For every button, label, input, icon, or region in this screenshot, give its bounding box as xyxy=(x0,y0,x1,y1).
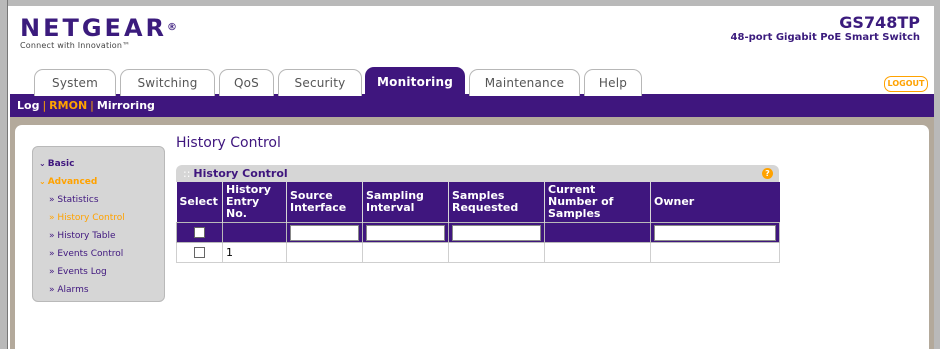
filter-cell xyxy=(286,222,363,243)
filter-cell xyxy=(448,222,545,243)
subnav-separator: | xyxy=(90,99,94,112)
column-header-sampling-interval: Sampling Interval xyxy=(362,182,449,223)
subnav-mirroring[interactable]: Mirroring xyxy=(97,99,155,112)
tab-monitoring[interactable]: Monitoring xyxy=(365,67,465,96)
chevron-down-icon: ⌄ xyxy=(39,159,46,168)
app-root: NETGEAR® Connect with Innovation™ GS748T… xyxy=(10,7,934,349)
page-title: History Control xyxy=(176,135,281,151)
leftnav-basic[interactable]: ⌄ Basic xyxy=(33,155,164,173)
subnav-log[interactable]: Log xyxy=(17,99,39,112)
chevron-down-icon: ⌄ xyxy=(39,177,46,186)
subnav-rmon[interactable]: RMON xyxy=(49,99,87,112)
leftnav-item-history-table[interactable]: » History Table xyxy=(33,227,164,245)
panel-title-prefix: :: xyxy=(183,167,191,180)
row-select-cell xyxy=(176,242,223,263)
window-frame-left xyxy=(0,0,8,349)
tab-switching[interactable]: Switching xyxy=(120,69,215,96)
main-tab-bar: System Switching QoS Security Monitoring… xyxy=(10,67,934,96)
select-all-cell xyxy=(176,222,223,243)
column-header-current-number-of-samples: Current Number of Samples xyxy=(544,182,651,223)
brand: NETGEAR® Connect with Innovation™ xyxy=(20,16,177,50)
brand-tagline: Connect with Innovation™ xyxy=(20,41,131,50)
filter-cell xyxy=(650,222,780,243)
panel-header: :: History Control ? xyxy=(176,165,779,182)
sub-navigation: Log | RMON | Mirroring xyxy=(10,96,934,117)
history-control-panel: :: History Control ? Select History Entry… xyxy=(176,165,780,263)
column-header-source-interface: Source Interface xyxy=(286,182,363,223)
source-interface-input[interactable] xyxy=(290,224,359,241)
sampling-interval-input[interactable] xyxy=(366,224,445,241)
tab-help[interactable]: Help xyxy=(584,69,642,96)
leftnav-item-events-log[interactable]: » Events Log xyxy=(33,263,164,281)
filter-cell-empty xyxy=(544,222,651,243)
leftnav-item-statistics[interactable]: » Statistics xyxy=(33,191,164,209)
window-frame-top xyxy=(0,0,940,6)
tab-maintenance[interactable]: Maintenance xyxy=(469,69,580,96)
model-info: GS748TP 48-port Gigabit PoE Smart Switch xyxy=(730,13,920,44)
sampling-interval-cell xyxy=(362,242,449,263)
tab-system[interactable]: System xyxy=(34,69,116,96)
current-number-of-samples-cell xyxy=(544,242,651,263)
row-select-checkbox[interactable] xyxy=(194,247,205,258)
history-control-table: Select History Entry No. Source Interfac… xyxy=(176,182,780,263)
column-header-owner: Owner xyxy=(650,182,780,223)
logout-button[interactable]: LOGOUT xyxy=(884,76,928,92)
leftnav-item-alarms[interactable]: » Alarms xyxy=(33,281,164,299)
column-header-samples-requested: Samples Requested xyxy=(448,182,545,223)
select-all-checkbox[interactable] xyxy=(194,227,205,238)
model-description: 48-port Gigabit PoE Smart Switch xyxy=(730,32,920,43)
model-name: GS748TP xyxy=(839,13,920,32)
table-filter-row xyxy=(176,222,780,243)
filter-cell xyxy=(362,222,449,243)
filter-cell-empty xyxy=(222,222,287,243)
owner-input[interactable] xyxy=(654,224,776,241)
source-interface-cell xyxy=(286,242,363,263)
column-header-history-entry-no: History Entry No. xyxy=(222,182,287,223)
owner-cell xyxy=(650,242,780,263)
leftnav-advanced[interactable]: ⌄ Advanced xyxy=(33,173,164,191)
tab-qos[interactable]: QoS xyxy=(219,69,274,96)
history-entry-no-cell: 1 xyxy=(222,242,287,263)
panel-title: History Control xyxy=(193,167,288,180)
tab-security[interactable]: Security xyxy=(278,69,362,96)
leftnav-item-events-control[interactable]: » Events Control xyxy=(33,245,164,263)
left-navigation: ⌄ Basic ⌄ Advanced » Statistics » History … xyxy=(32,146,165,302)
help-icon[interactable]: ? xyxy=(762,168,773,179)
samples-requested-input[interactable] xyxy=(452,224,541,241)
subnav-separator: | xyxy=(42,99,47,112)
column-header-select: Select xyxy=(176,182,223,223)
window-frame-right xyxy=(934,0,940,349)
leftnav-item-history-control[interactable]: » History Control xyxy=(33,209,164,227)
table-row: 1 xyxy=(176,242,780,263)
table-header-row: Select History Entry No. Source Interfac… xyxy=(176,182,780,223)
samples-requested-cell xyxy=(448,242,545,263)
netgear-logo: NETGEAR® xyxy=(20,14,177,42)
